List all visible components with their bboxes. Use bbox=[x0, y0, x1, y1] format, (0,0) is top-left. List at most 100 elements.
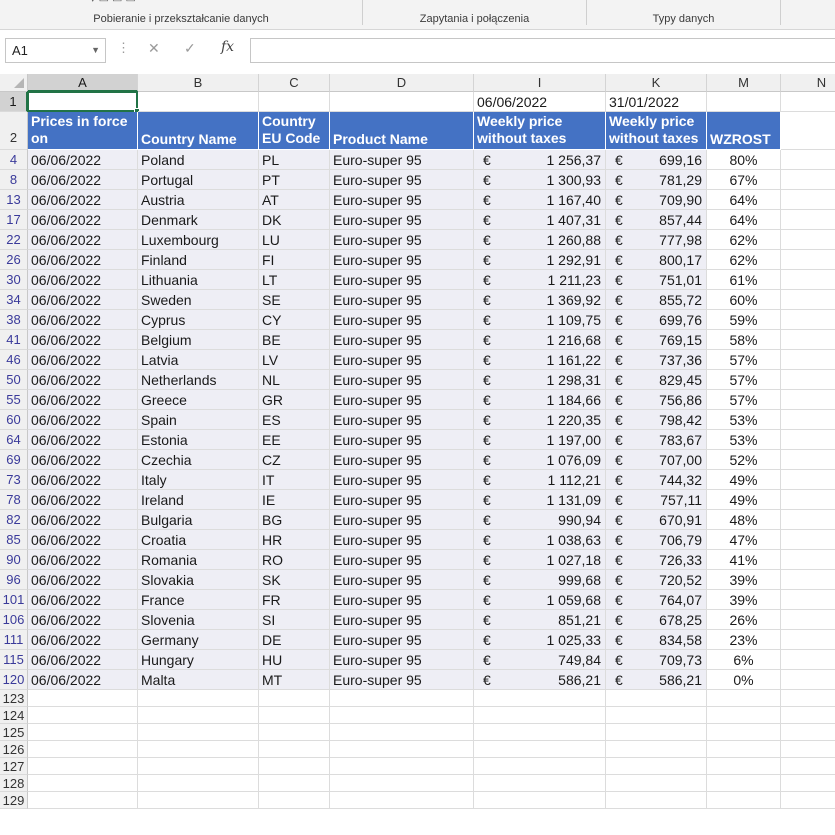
row-header[interactable]: 26 bbox=[0, 250, 28, 270]
country-code-cell[interactable]: SI bbox=[259, 610, 330, 630]
price-cell[interactable]: €855,72 bbox=[606, 290, 707, 310]
cell[interactable] bbox=[259, 690, 330, 707]
growth-percent-cell[interactable]: 47% bbox=[707, 530, 781, 550]
cell[interactable] bbox=[781, 92, 835, 112]
date-cell[interactable]: 06/06/2022 bbox=[28, 290, 138, 310]
country-code-cell[interactable]: BE bbox=[259, 330, 330, 350]
cell[interactable] bbox=[707, 792, 781, 809]
growth-percent-cell[interactable]: 60% bbox=[707, 290, 781, 310]
row-header[interactable]: 1 bbox=[0, 92, 28, 112]
price-cell[interactable]: €769,15 bbox=[606, 330, 707, 350]
country-name-cell[interactable]: Slovakia bbox=[138, 570, 259, 590]
cell[interactable] bbox=[781, 470, 835, 490]
product-name-cell[interactable]: Euro-super 95 bbox=[330, 530, 474, 550]
country-code-cell[interactable]: FR bbox=[259, 590, 330, 610]
growth-percent-cell[interactable]: 57% bbox=[707, 350, 781, 370]
cell[interactable] bbox=[474, 707, 606, 724]
price-cell[interactable]: €1 184,66 bbox=[474, 390, 606, 410]
growth-percent-cell[interactable]: 26% bbox=[707, 610, 781, 630]
cell[interactable] bbox=[781, 510, 835, 530]
cell[interactable] bbox=[606, 741, 707, 758]
cell[interactable] bbox=[781, 310, 835, 330]
price-cell[interactable]: €1 038,63 bbox=[474, 530, 606, 550]
date-cell[interactable]: 06/06/2022 bbox=[28, 230, 138, 250]
price-cell[interactable]: €757,11 bbox=[606, 490, 707, 510]
growth-percent-cell[interactable]: 39% bbox=[707, 570, 781, 590]
country-name-cell[interactable]: Czechia bbox=[138, 450, 259, 470]
country-code-cell[interactable]: NL bbox=[259, 370, 330, 390]
growth-percent-cell[interactable]: 6% bbox=[707, 650, 781, 670]
cell[interactable] bbox=[781, 775, 835, 792]
cell[interactable] bbox=[138, 92, 259, 112]
row-header[interactable]: 8 bbox=[0, 170, 28, 190]
row-header[interactable]: 115 bbox=[0, 650, 28, 670]
growth-percent-cell[interactable]: 80% bbox=[707, 150, 781, 170]
country-code-cell[interactable]: SK bbox=[259, 570, 330, 590]
date-cell[interactable]: 06/06/2022 bbox=[28, 350, 138, 370]
price-cell[interactable]: €1 300,93 bbox=[474, 170, 606, 190]
column-header[interactable]: A bbox=[28, 74, 138, 92]
cell[interactable] bbox=[138, 758, 259, 775]
price-cell[interactable]: €709,90 bbox=[606, 190, 707, 210]
country-code-cell[interactable]: GR bbox=[259, 390, 330, 410]
cell[interactable] bbox=[138, 707, 259, 724]
header-weekly-price[interactable]: Weekly price without taxes bbox=[606, 112, 707, 150]
cell[interactable] bbox=[138, 690, 259, 707]
more-dots-icon[interactable]: ⋮ bbox=[117, 40, 130, 56]
product-name-cell[interactable]: Euro-super 95 bbox=[330, 550, 474, 570]
country-name-cell[interactable]: Croatia bbox=[138, 530, 259, 550]
price-cell[interactable]: €1 109,75 bbox=[474, 310, 606, 330]
date-cell[interactable]: 06/06/2022 bbox=[28, 550, 138, 570]
row-header[interactable]: 126 bbox=[0, 741, 28, 758]
row-header[interactable]: 101 bbox=[0, 590, 28, 610]
row-header[interactable]: 69 bbox=[0, 450, 28, 470]
header-prices-in-force[interactable]: Prices in force on bbox=[28, 112, 138, 150]
product-name-cell[interactable]: Euro-super 95 bbox=[330, 610, 474, 630]
country-name-cell[interactable]: Latvia bbox=[138, 350, 259, 370]
row-header[interactable]: 82 bbox=[0, 510, 28, 530]
date-cell[interactable]: 06/06/2022 bbox=[28, 330, 138, 350]
growth-percent-cell[interactable]: 48% bbox=[707, 510, 781, 530]
header-product-name[interactable]: Product Name bbox=[330, 112, 474, 150]
growth-percent-cell[interactable]: 23% bbox=[707, 630, 781, 650]
cell[interactable] bbox=[707, 724, 781, 741]
cell[interactable] bbox=[28, 775, 138, 792]
growth-percent-cell[interactable]: 59% bbox=[707, 310, 781, 330]
price-cell[interactable]: €1 407,31 bbox=[474, 210, 606, 230]
product-name-cell[interactable]: Euro-super 95 bbox=[330, 230, 474, 250]
cell[interactable] bbox=[781, 150, 835, 170]
cell[interactable] bbox=[259, 775, 330, 792]
country-name-cell[interactable]: Cyprus bbox=[138, 310, 259, 330]
cell[interactable] bbox=[781, 170, 835, 190]
row-header[interactable]: 64 bbox=[0, 430, 28, 450]
cell[interactable] bbox=[781, 792, 835, 809]
date-cell[interactable]: 06/06/2022 bbox=[28, 510, 138, 530]
row-header[interactable]: 38 bbox=[0, 310, 28, 330]
cell[interactable] bbox=[707, 758, 781, 775]
cell[interactable] bbox=[28, 758, 138, 775]
growth-percent-cell[interactable]: 53% bbox=[707, 410, 781, 430]
cell[interactable] bbox=[28, 741, 138, 758]
cell[interactable] bbox=[781, 490, 835, 510]
cell[interactable] bbox=[474, 724, 606, 741]
price-cell[interactable]: €706,79 bbox=[606, 530, 707, 550]
row-header[interactable]: 41 bbox=[0, 330, 28, 350]
price-cell[interactable]: €678,25 bbox=[606, 610, 707, 630]
price-cell[interactable]: €699,16 bbox=[606, 150, 707, 170]
product-name-cell[interactable]: Euro-super 95 bbox=[330, 330, 474, 350]
price-cell[interactable]: €1 298,31 bbox=[474, 370, 606, 390]
product-name-cell[interactable]: Euro-super 95 bbox=[330, 650, 474, 670]
growth-percent-cell[interactable]: 64% bbox=[707, 210, 781, 230]
country-name-cell[interactable]: Greece bbox=[138, 390, 259, 410]
growth-percent-cell[interactable]: 67% bbox=[707, 170, 781, 190]
price-cell[interactable]: €1 025,33 bbox=[474, 630, 606, 650]
cell[interactable] bbox=[707, 707, 781, 724]
cell[interactable] bbox=[28, 792, 138, 809]
confirm-icon[interactable]: ✓ bbox=[184, 40, 196, 57]
price-cell[interactable]: €699,76 bbox=[606, 310, 707, 330]
date-cell[interactable]: 31/01/2022 bbox=[606, 92, 707, 112]
cell[interactable] bbox=[474, 690, 606, 707]
country-name-cell[interactable]: Lithuania bbox=[138, 270, 259, 290]
country-name-cell[interactable]: Luxembourg bbox=[138, 230, 259, 250]
price-cell[interactable]: €829,45 bbox=[606, 370, 707, 390]
